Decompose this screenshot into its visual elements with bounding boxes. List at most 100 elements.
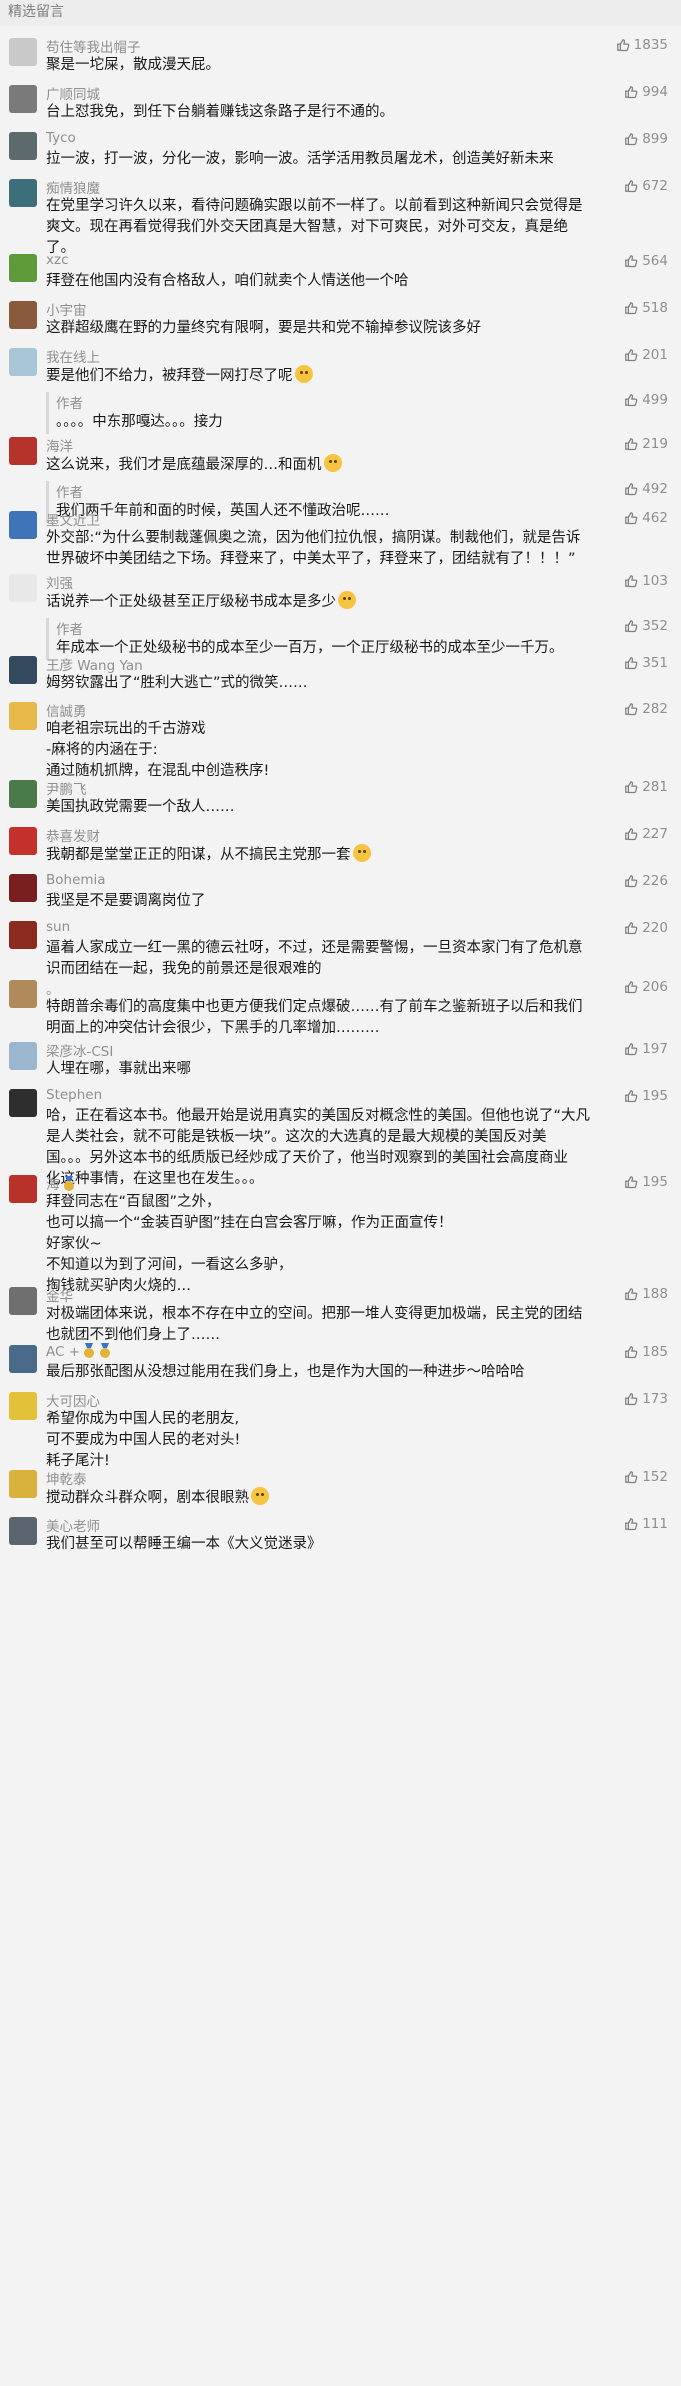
reply-like-button[interactable]: 499 <box>624 392 668 408</box>
reply-like-button[interactable]: 492 <box>624 481 668 497</box>
like-button[interactable]: 111 <box>624 1516 668 1532</box>
avatar[interactable] <box>9 1345 37 1373</box>
like-button[interactable]: 201 <box>624 347 668 363</box>
comment-text: 美国执政党需要一个敌人…… <box>46 797 667 818</box>
like-button[interactable]: 219 <box>624 436 668 452</box>
like-button[interactable]: 103 <box>624 573 668 589</box>
avatar[interactable] <box>9 874 37 902</box>
like-button[interactable]: 1835 <box>616 37 668 53</box>
comments-page: 精选留言 苟住等我出帽子 1835 聚是一坨屎，散成漫天屁。 广顺同城 994 台上怼我免… <box>0 0 681 2386</box>
commenter-name: 梁彦冰-CSI <box>46 1044 114 1060</box>
comment-text: 要是他们不给力，被拜登一网打尽了呢 <box>46 365 667 387</box>
commenter-name: AC + <box>46 1343 112 1360</box>
comment-text: 拜登同志在“百鼠图”之外， 也可以搞一个“金装百驴图”挂在白宫会客厅嘛，作为正面宣… <box>46 1192 667 1297</box>
comment-line: 不知道以为到了河间，一看这么多驴， <box>46 1257 293 1273</box>
avatar[interactable] <box>9 348 37 376</box>
commenter-name: 墨文近卫 <box>46 513 100 529</box>
like-button[interactable]: 281 <box>624 779 668 795</box>
like-button[interactable]: 173 <box>624 1391 668 1407</box>
like-button[interactable]: 152 <box>624 1469 668 1485</box>
avatar[interactable] <box>9 38 37 66</box>
like-count: 152 <box>642 1469 668 1485</box>
avatar[interactable] <box>9 85 37 113</box>
avatar[interactable] <box>9 132 37 160</box>
avatar[interactable] <box>9 179 37 207</box>
like-count: 201 <box>642 347 668 363</box>
comment-line: 我朝都是堂堂正正的阳谋，从不搞民主党那一套 <box>46 844 667 866</box>
comment-line: 要是他们不给力，被拜登一网打尽了呢 <box>46 365 667 387</box>
comment-text: 搅动群众斗群众啊，剧本很眼熟 <box>46 1487 667 1509</box>
reply-line: 。。。。中东那嘎达。。。接力 <box>56 414 223 430</box>
reply-author: 作者 <box>56 622 83 638</box>
like-count: 499 <box>642 392 668 408</box>
comment-text: 对极端团体来说，根本不存在中立的空间。把那一堆人变得更加极端，民主党的团结 也就团… <box>46 1304 667 1346</box>
avatar[interactable] <box>9 1089 37 1117</box>
comment-line: 拉一波，打一波，分化一波，影响一波。活学活用教员屠龙术，创造美好新未来 <box>46 151 554 167</box>
avatar[interactable] <box>9 1517 37 1545</box>
thumbs-up-icon <box>625 620 638 633</box>
like-button[interactable]: 195 <box>624 1088 668 1104</box>
like-button[interactable]: 564 <box>624 253 668 269</box>
commenter-name: 。 <box>46 982 60 998</box>
like-button[interactable]: 188 <box>624 1286 668 1302</box>
thumbs-up-icon <box>625 1176 638 1189</box>
like-count: 227 <box>642 826 668 842</box>
like-count: 185 <box>642 1344 668 1360</box>
like-button[interactable]: 185 <box>624 1344 668 1360</box>
like-button[interactable]: 220 <box>624 920 668 936</box>
avatar[interactable] <box>9 254 37 282</box>
like-count: 899 <box>642 131 668 147</box>
avatar[interactable] <box>9 702 37 730</box>
like-button[interactable]: 672 <box>624 178 668 194</box>
like-button[interactable]: 351 <box>624 655 668 671</box>
thumbs-up-icon <box>625 302 638 315</box>
comment-text: 姆努钦露出了“胜利大逃亡”式的微笑…… <box>46 673 667 694</box>
avatar[interactable] <box>9 574 37 602</box>
avatar[interactable] <box>9 656 37 684</box>
comment-line: 姆努钦露出了“胜利大逃亡”式的微笑…… <box>46 675 308 691</box>
like-button[interactable]: 994 <box>624 84 668 100</box>
avatar[interactable] <box>9 921 37 949</box>
like-button[interactable]: 462 <box>624 510 668 526</box>
avatar[interactable] <box>9 780 37 808</box>
avatar[interactable] <box>9 437 37 465</box>
like-count: 173 <box>642 1391 668 1407</box>
commenter-name: 恭喜发财 <box>46 829 100 845</box>
reply-author: 作者 <box>56 396 83 412</box>
comment-line: 对极端团体来说，根本不存在中立的空间。把那一堆人变得更加极端，民主党的团结 <box>46 1306 583 1322</box>
reply-like-button[interactable]: 352 <box>624 618 668 634</box>
commenter-name: 金华 <box>46 1289 73 1305</box>
avatar[interactable] <box>9 1470 37 1498</box>
comment-line: 识而团结在一起，我免的前景还是很艰难的 <box>46 961 322 977</box>
like-button[interactable]: 197 <box>624 1041 668 1057</box>
comment-line: 耗子尾汁! <box>46 1453 110 1469</box>
thumbs-up-icon <box>625 438 638 451</box>
like-button[interactable]: 226 <box>624 873 668 889</box>
commenter-name: 坤乾泰 <box>46 1472 87 1488</box>
commenter-name: 刘强 <box>46 576 73 592</box>
comment-line: 拜登同志在“百鼠图”之外， <box>46 1194 221 1210</box>
like-button[interactable]: 227 <box>624 826 668 842</box>
avatar[interactable] <box>9 980 37 1008</box>
comment-line: 这么说来，我们才是底蕴最深厚的…和面机 <box>46 454 667 476</box>
avatar[interactable] <box>9 1287 37 1315</box>
like-button[interactable]: 282 <box>624 701 668 717</box>
like-button[interactable]: 518 <box>624 300 668 316</box>
like-button[interactable]: 206 <box>624 979 668 995</box>
thumbs-up-icon <box>625 1393 638 1406</box>
like-button[interactable]: 195 <box>624 1174 668 1190</box>
avatar[interactable] <box>9 827 37 855</box>
avatar[interactable] <box>9 1392 37 1420</box>
commenter-name: 苟住等我出帽子 <box>46 40 141 56</box>
commenter-name: xzc <box>46 252 69 268</box>
avatar[interactable] <box>9 301 37 329</box>
comment-text: 我坚是不是要调离岗位了 <box>46 891 667 912</box>
comment-text: 希望你成为中国人民的老朋友, 可不要成为中国人民的老对头! 耗子尾汁! <box>46 1409 667 1472</box>
thumbs-up-icon <box>625 922 638 935</box>
comment-line: 在党里学习许久以来，看待问题确实跟以前不一样了。以前看到这种新闻只会觉得是 <box>46 198 583 214</box>
commenter-name: Tyco <box>46 130 76 146</box>
avatar[interactable] <box>9 1042 37 1070</box>
avatar[interactable] <box>9 511 37 539</box>
like-button[interactable]: 899 <box>624 131 668 147</box>
avatar[interactable] <box>9 1175 37 1203</box>
